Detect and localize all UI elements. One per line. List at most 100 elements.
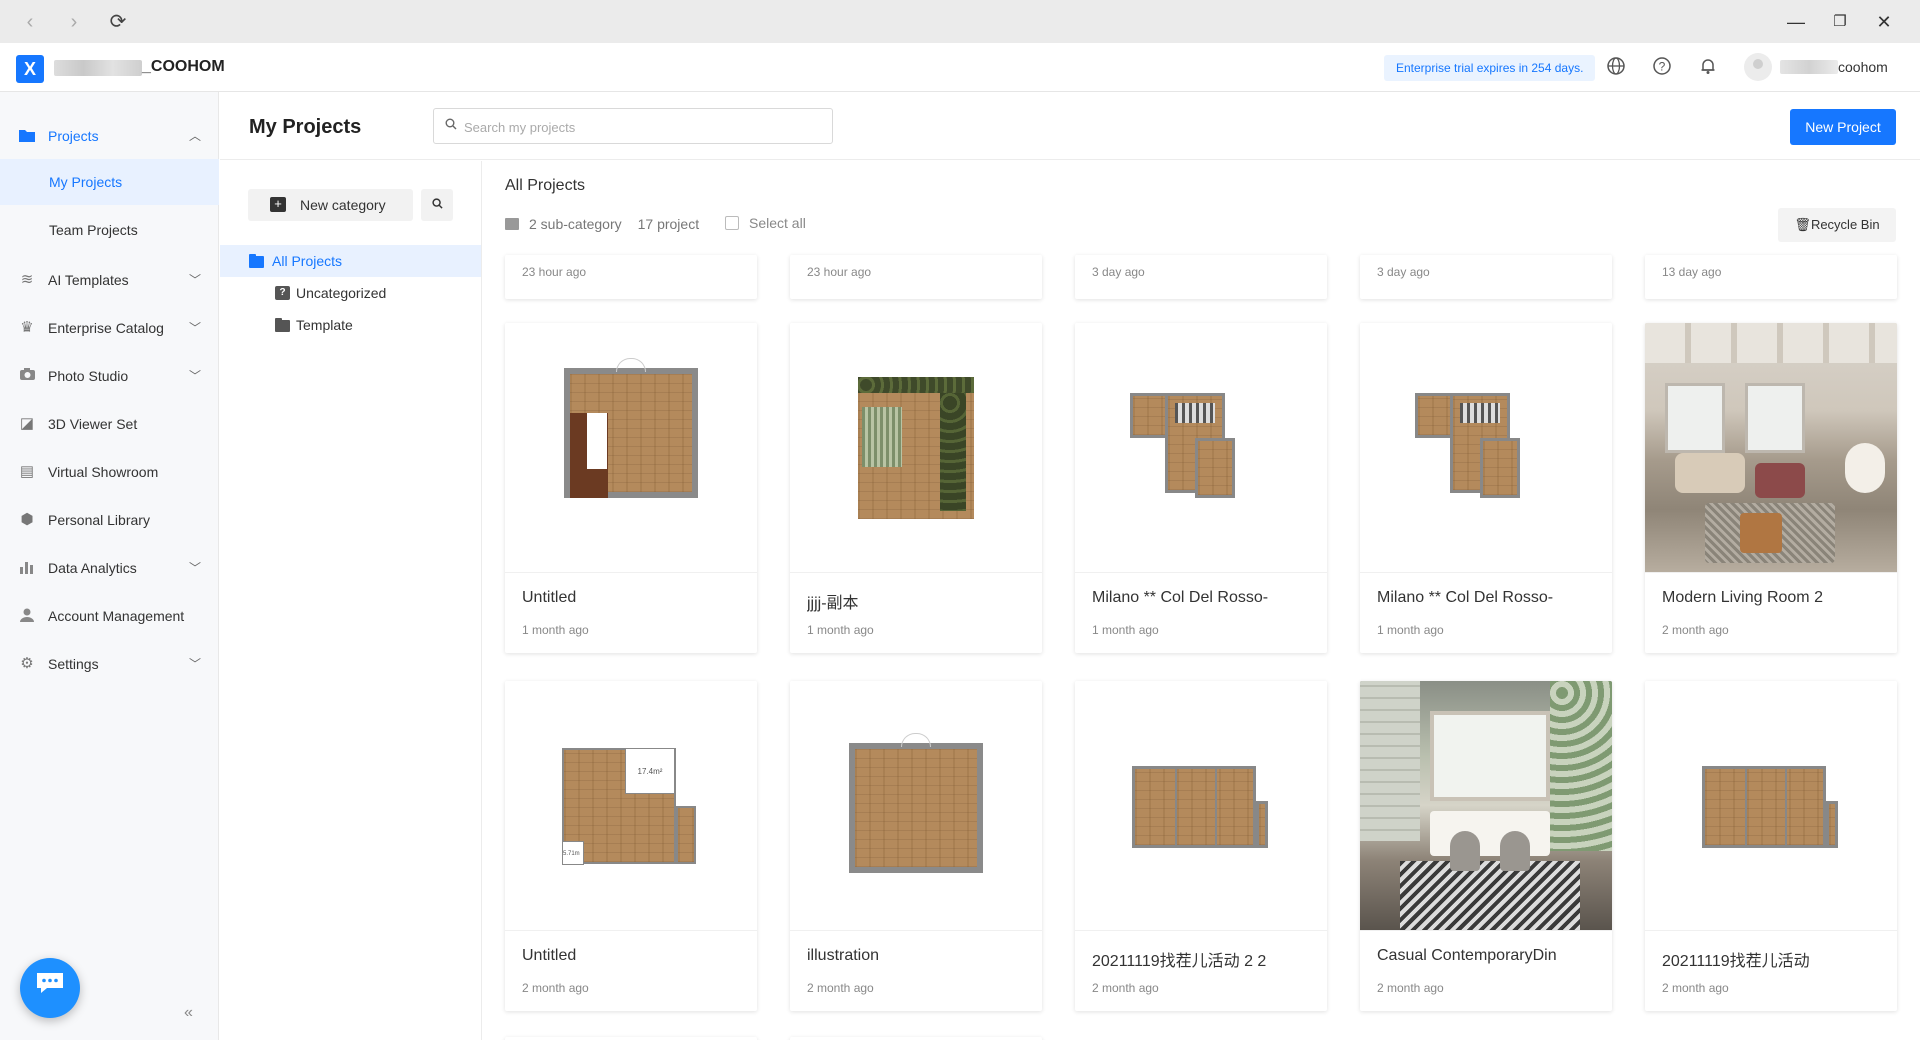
user-name[interactable]: coohom bbox=[1838, 59, 1888, 75]
select-all-label: Select all bbox=[749, 215, 806, 231]
project-card[interactable]: jjjj-副本 1 month ago bbox=[790, 323, 1042, 653]
back-icon[interactable]: ‹ bbox=[18, 10, 42, 34]
project-card[interactable]: Casual ContemporaryDin 2 month ago bbox=[1360, 681, 1612, 1011]
project-date: 1 month ago bbox=[807, 623, 874, 637]
project-card[interactable]: 23 hour ago bbox=[790, 255, 1042, 299]
tree-item-uncategorized[interactable]: ? Uncategorized bbox=[220, 277, 481, 309]
sidebar-item-label: Enterprise Catalog bbox=[48, 320, 164, 336]
chevron-down-icon: ﹀ bbox=[188, 369, 201, 383]
project-thumbnail bbox=[1645, 681, 1897, 931]
project-card[interactable]: 20211119找茬儿活动 2 2 2 month ago bbox=[1075, 681, 1327, 1011]
project-thumbnail bbox=[790, 681, 1042, 931]
project-count: 17 project bbox=[637, 216, 700, 232]
select-all[interactable]: Select all bbox=[725, 215, 806, 231]
project-date: 2 month ago bbox=[522, 981, 589, 995]
app-header: X _COOHOM Enterprise trial expires in 25… bbox=[0, 43, 1920, 92]
project-thumbnail: 17.4m² 5.71m bbox=[505, 681, 757, 931]
project-card[interactable]: Untitled 1 month ago bbox=[505, 323, 757, 653]
project-card[interactable]: illustration 2 month ago bbox=[790, 681, 1042, 1011]
recycle-bin-button[interactable]: 🗑Recycle Bin bbox=[1778, 208, 1896, 242]
project-card[interactable]: Milano ** Col Del Rosso- 1 month ago bbox=[1360, 323, 1612, 653]
question-folder-icon: ? bbox=[275, 286, 290, 300]
bar-chart-icon bbox=[18, 559, 36, 577]
viewer-icon: ◪ bbox=[19, 415, 35, 432]
project-name: Untitled bbox=[522, 947, 577, 964]
tree-item-label: All Projects bbox=[272, 253, 343, 269]
project-thumbnail bbox=[505, 323, 757, 573]
sidebar-item-label: 3D Viewer Set bbox=[48, 416, 138, 432]
sidebar-item-personal-library[interactable]: ⬢ Personal Library bbox=[0, 497, 219, 543]
project-name: Untitled bbox=[522, 589, 577, 606]
project-name: 20211119找茬儿活动 bbox=[1662, 953, 1810, 970]
select-all-checkbox[interactable] bbox=[725, 216, 739, 230]
sidebar-item-label: Settings bbox=[48, 656, 99, 672]
sidebar-item-data-analytics[interactable]: Data Analytics ﹀ bbox=[0, 545, 219, 591]
sub-category-count: 2 sub-category bbox=[529, 216, 622, 232]
add-folder-icon: + bbox=[270, 197, 286, 212]
search-icon bbox=[445, 118, 457, 133]
sidebar-item-label: Projects bbox=[48, 128, 99, 144]
search-icon bbox=[431, 198, 443, 209]
sidebar-item-settings[interactable]: ⚙ Settings ﹀ bbox=[0, 641, 219, 687]
chat-support-button[interactable] bbox=[20, 958, 80, 1018]
app-logo[interactable]: X bbox=[16, 55, 44, 83]
project-name: Milano ** Col Del Rosso- bbox=[1377, 589, 1554, 606]
new-category-button[interactable]: + New category bbox=[248, 189, 413, 221]
project-card[interactable]: 13 day ago bbox=[1645, 255, 1897, 299]
sidebar-item-3d-viewer-set[interactable]: ◪ 3D Viewer Set bbox=[0, 401, 219, 447]
project-date: 1 month ago bbox=[1377, 623, 1444, 637]
project-card[interactable]: 3 day ago bbox=[1360, 255, 1612, 299]
close-icon[interactable]: ✕ bbox=[1872, 10, 1896, 34]
trash-icon: 🗑 bbox=[1794, 217, 1811, 232]
project-date: 23 hour ago bbox=[807, 265, 872, 279]
project-card[interactable]: 3 day ago bbox=[1075, 255, 1327, 299]
tree-item-template[interactable]: Template bbox=[220, 309, 481, 341]
project-name: Milano ** Col Del Rosso- bbox=[1092, 589, 1269, 606]
content-title: All Projects bbox=[505, 177, 586, 194]
page-header: My Projects New Project bbox=[220, 92, 1920, 160]
trial-badge[interactable]: Enterprise trial expires in 254 days. bbox=[1384, 55, 1596, 81]
minimize-icon[interactable]: — bbox=[1784, 10, 1808, 34]
project-card[interactable]: 23 hour ago bbox=[505, 255, 757, 299]
tree-item-all-projects[interactable]: All Projects bbox=[220, 245, 481, 277]
project-card[interactable]: Milano ** Col Del Rosso- 1 month ago bbox=[1075, 323, 1327, 653]
sidebar-item-label: Virtual Showroom bbox=[48, 464, 159, 480]
new-project-button[interactable]: New Project bbox=[1790, 109, 1896, 145]
project-date: 13 day ago bbox=[1662, 265, 1722, 279]
search-box[interactable] bbox=[433, 108, 833, 144]
sidebar-item-account-management[interactable]: Account Management bbox=[0, 593, 219, 639]
project-card[interactable]: Modern Living Room 2 2 month ago bbox=[1645, 323, 1897, 653]
sidebar: Projects ︿ My Projects Team Projects ≋ A… bbox=[0, 92, 219, 1040]
sidebar-item-my-projects[interactable]: My Projects bbox=[0, 159, 219, 205]
project-card[interactable]: 17.4m² 5.71m Untitled 2 month ago bbox=[505, 681, 757, 1011]
avatar[interactable] bbox=[1744, 53, 1772, 81]
sidebar-item-projects[interactable]: Projects ︿ bbox=[0, 113, 219, 159]
sidebar-item-ai-templates[interactable]: ≋ AI Templates ﹀ bbox=[0, 257, 219, 303]
restore-icon[interactable]: ❐ bbox=[1828, 10, 1852, 34]
reload-icon[interactable]: ⟳ bbox=[106, 10, 130, 34]
sidebar-item-photo-studio[interactable]: Photo Studio ﹀ bbox=[0, 353, 219, 399]
search-input[interactable] bbox=[464, 117, 824, 137]
bell-icon[interactable] bbox=[1696, 56, 1720, 80]
folder-icon bbox=[18, 127, 36, 145]
forward-icon[interactable]: › bbox=[62, 10, 86, 34]
project-card[interactable]: 20211119找茬儿活动 2 month ago bbox=[1645, 681, 1897, 1011]
sidebar-item-virtual-showroom[interactable]: ▤ Virtual Showroom bbox=[0, 449, 219, 495]
globe-icon[interactable] bbox=[1604, 56, 1628, 80]
tree-item-label: Template bbox=[296, 317, 353, 333]
category-search-button[interactable] bbox=[421, 189, 453, 221]
cube-icon: ⬢ bbox=[20, 511, 34, 528]
project-date: 1 month ago bbox=[522, 623, 589, 637]
showroom-icon: ▤ bbox=[19, 463, 35, 480]
project-date: 2 month ago bbox=[807, 981, 874, 995]
collapse-sidebar-icon[interactable]: « bbox=[184, 1004, 193, 1022]
project-thumbnail bbox=[790, 323, 1042, 573]
help-icon[interactable]: ? bbox=[1650, 56, 1674, 80]
project-thumbnail bbox=[1360, 323, 1612, 573]
content-meta: 2 sub-category 17 project bbox=[505, 216, 699, 232]
org-name: _COOHOM bbox=[142, 58, 225, 75]
sidebar-item-team-projects[interactable]: Team Projects bbox=[0, 207, 219, 253]
chevron-down-icon: ﹀ bbox=[188, 273, 201, 287]
sidebar-item-label: Data Analytics bbox=[48, 560, 137, 576]
sidebar-item-enterprise-catalog[interactable]: ♛ Enterprise Catalog ﹀ bbox=[0, 305, 219, 351]
